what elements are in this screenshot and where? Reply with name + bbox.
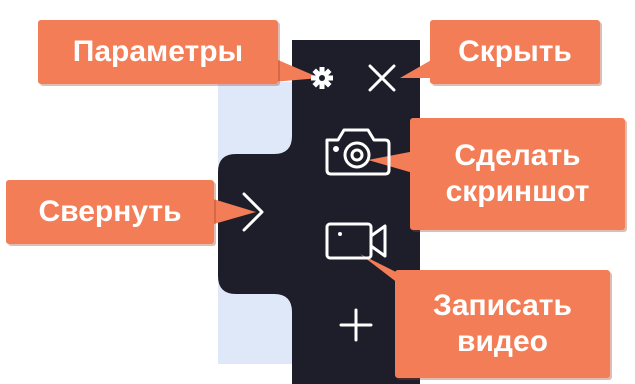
- annotated-screenshot: Параметры Скрыть Сделать скриншот Сверну…: [0, 0, 635, 384]
- screenshot-button[interactable]: [322, 124, 394, 180]
- collapse-button[interactable]: [234, 188, 270, 236]
- callout-record-video: Записать видео: [395, 270, 610, 378]
- settings-button[interactable]: [308, 64, 338, 94]
- callout-collapse: Свернуть: [6, 180, 214, 244]
- callout-take-screenshot: Сделать скриншот: [410, 118, 625, 230]
- record-video-button[interactable]: [322, 218, 392, 264]
- add-button[interactable]: [336, 304, 376, 346]
- callout-parameters: Параметры: [38, 20, 278, 84]
- callout-hide: Скрыть: [430, 20, 600, 84]
- hide-button[interactable]: [364, 62, 400, 96]
